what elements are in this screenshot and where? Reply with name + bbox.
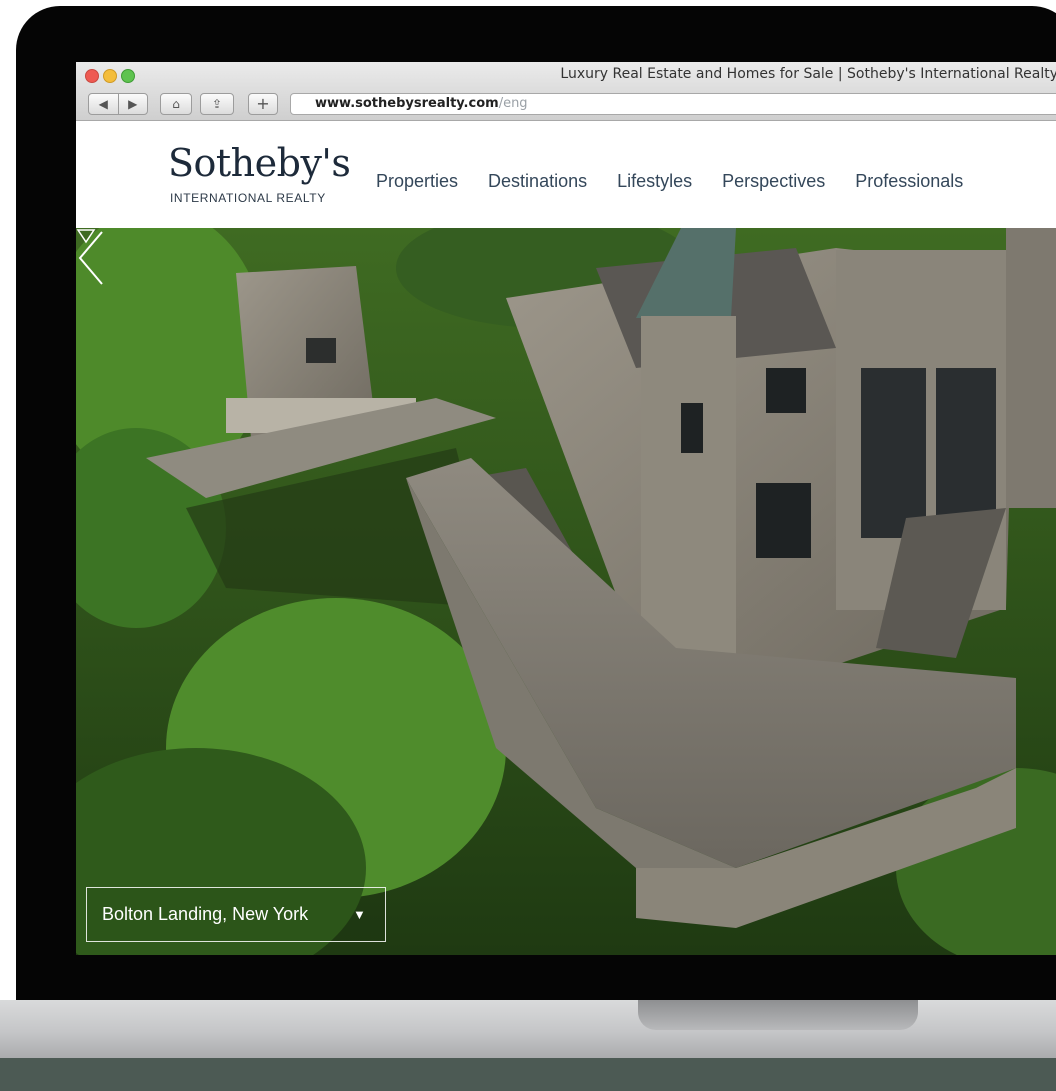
location-label: Bolton Landing, New York <box>102 904 309 924</box>
browser-toolbar: Luxury Real Estate and Homes for Sale | … <box>76 62 1056 121</box>
close-window-button[interactable] <box>85 69 99 83</box>
site-logo-tagline: INTERNATIONAL REALTY <box>170 191 326 205</box>
site-header: Sotheby's INTERNATIONAL REALTY Propertie… <box>76 121 1056 228</box>
nav-properties[interactable]: Properties <box>376 171 458 192</box>
main-nav: Properties Destinations Lifestyles Persp… <box>376 171 963 192</box>
forward-icon[interactable]: ▶ <box>117 94 148 114</box>
nav-perspectives[interactable]: Perspectives <box>722 171 825 192</box>
address-bar[interactable]: www.sothebysrealty.com/eng <box>290 93 1056 115</box>
nav-professionals[interactable]: Professionals <box>855 171 963 192</box>
browser-window: Luxury Real Estate and Homes for Sale | … <box>76 62 1056 955</box>
scroll-down-icon[interactable] <box>76 228 96 244</box>
back-icon[interactable]: ◀ <box>89 94 118 114</box>
minimize-window-button[interactable] <box>103 69 117 83</box>
home-icon[interactable]: ⌂ <box>160 93 192 115</box>
location-dropdown[interactable]: Bolton Landing, New York ▼ <box>86 887 386 942</box>
caret-down-icon: ▼ <box>353 907 366 922</box>
laptop-notch <box>638 1000 918 1030</box>
site-logo[interactable]: Sotheby's <box>168 141 351 185</box>
hero-slideshow: Bolton Landing, New York ▼ <box>76 228 1056 955</box>
url-host: www.sothebysrealty.com <box>315 96 499 111</box>
add-tab-icon[interactable]: + <box>248 93 278 115</box>
nav-lifestyles[interactable]: Lifestyles <box>617 171 692 192</box>
maximize-window-button[interactable] <box>121 69 135 83</box>
table-surface <box>0 1058 1056 1091</box>
window-title: Luxury Real Estate and Homes for Sale | … <box>560 66 1056 82</box>
back-forward-group: ◀ ▶ <box>88 93 148 115</box>
share-icon[interactable]: ⇪ <box>200 93 234 115</box>
url-path: /eng <box>498 96 528 111</box>
nav-destinations[interactable]: Destinations <box>488 171 587 192</box>
hero-photo-castle <box>76 228 1056 955</box>
